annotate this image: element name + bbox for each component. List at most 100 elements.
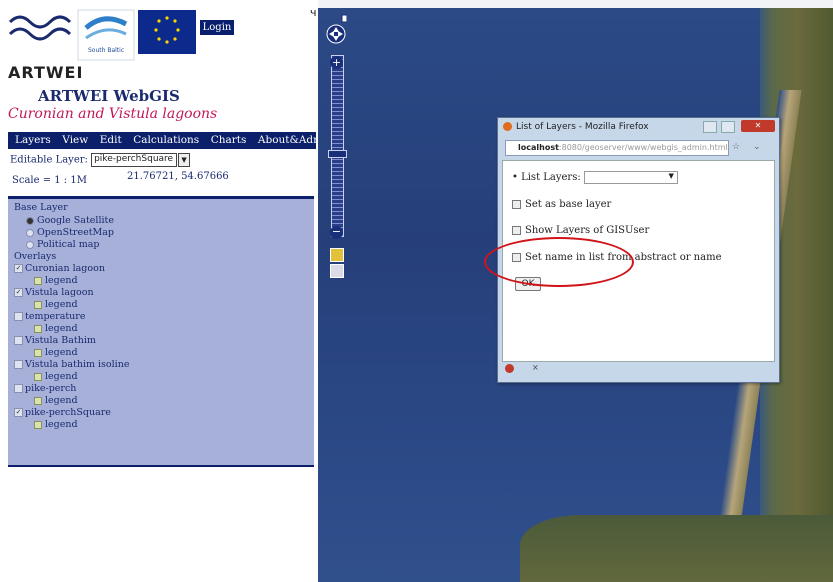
checkbox-icon[interactable]: ✓: [14, 408, 23, 417]
editable-layer-row: Editable Layer: pike-perchSquare ▼: [10, 153, 191, 167]
menu-calculations[interactable]: Calculations: [133, 134, 199, 146]
editable-layer-select[interactable]: pike-perchSquare ▼: [91, 153, 191, 167]
bookmark-star-icon[interactable]: ☆: [732, 142, 740, 152]
url-bar[interactable]: localhost:8080/geoserver/www/webgis_admi…: [505, 140, 729, 156]
set-base-row[interactable]: Set as base layer: [512, 199, 611, 210]
pan-control[interactable]: [325, 14, 347, 52]
editable-layer-value: pike-perchSquare: [94, 154, 174, 164]
bullet-icon: •: [512, 172, 518, 183]
base-layer-osm[interactable]: OpenStreetMap: [26, 227, 114, 238]
overlay-label: pike-perchSquare: [25, 407, 111, 418]
maximize-icon[interactable]: [721, 121, 735, 133]
list-layers-row: • List Layers: ▼: [512, 171, 678, 184]
list-layers-label: List Layers:: [521, 172, 581, 183]
app-title: ARTWEI WebGIS: [38, 87, 180, 105]
legend-label: legend: [45, 275, 78, 286]
radio-icon[interactable]: [26, 216, 34, 225]
panel-divider-handle[interactable]: ч: [310, 6, 317, 19]
hand-tool-icon[interactable]: [330, 248, 344, 262]
zoom-out-button[interactable]: −: [330, 226, 343, 239]
chevron-down-icon[interactable]: ▼: [669, 172, 674, 180]
overlay-pike-perch[interactable]: pike-perch: [14, 383, 76, 394]
zoom-slider-handle[interactable]: [328, 150, 347, 158]
overlay-vistula[interactable]: ✓ Vistula lagoon: [14, 287, 94, 298]
overlay-curonian[interactable]: ✓ Curonian lagoon: [14, 263, 105, 274]
zoom-bar[interactable]: [331, 55, 344, 237]
checkbox-icon[interactable]: [14, 384, 23, 393]
login-button[interactable]: Login: [200, 20, 234, 35]
menu-view[interactable]: View: [62, 134, 88, 146]
menu-icon[interactable]: ⌄: [753, 142, 761, 152]
checkbox-icon[interactable]: [14, 336, 23, 345]
show-gisuser-checkbox[interactable]: [512, 226, 521, 235]
close-icon[interactable]: ✕: [741, 120, 775, 132]
menu-charts[interactable]: Charts: [211, 134, 247, 146]
overlay-label: temperature: [25, 311, 86, 322]
legend-link[interactable]: legend: [34, 371, 78, 382]
highlight-annotation: [484, 237, 634, 287]
list-layers-select[interactable]: ▼: [583, 171, 678, 184]
menu-layers[interactable]: Layers: [15, 134, 51, 146]
coordinate-readout: 21.76721, 54.67666: [127, 171, 229, 182]
base-layer-label: Google Satellite: [37, 215, 114, 226]
editable-layer-label: Editable Layer:: [10, 154, 88, 166]
legend-link[interactable]: legend: [34, 347, 78, 358]
legend-icon: [34, 396, 42, 405]
brand-name: ARTWEI: [8, 63, 84, 82]
overlay-label: Vistula lagoon: [25, 287, 94, 298]
svg-text:South Baltic: South Baltic: [88, 47, 124, 54]
minimize-icon[interactable]: [703, 121, 717, 133]
window-status-bar: ×: [502, 362, 773, 376]
overlays-header: Overlays: [14, 251, 57, 262]
legend-label: legend: [45, 395, 78, 406]
legend-icon: [34, 420, 42, 429]
eu-flag-logo: [138, 10, 196, 54]
south-baltic-logo: South Baltic: [77, 9, 135, 61]
base-layer-google[interactable]: Google Satellite: [26, 215, 114, 226]
legend-link[interactable]: legend: [34, 419, 78, 430]
overlay-vistula-isoline[interactable]: Vistula bathim isoline: [14, 359, 129, 370]
legend-link[interactable]: legend: [34, 299, 78, 310]
legend-icon: [34, 348, 42, 357]
checkbox-icon[interactable]: ✓: [14, 264, 23, 273]
checkbox-icon[interactable]: [14, 312, 23, 321]
set-base-checkbox[interactable]: [512, 200, 521, 209]
addon-icon[interactable]: [505, 364, 514, 373]
legend-label: legend: [45, 323, 78, 334]
legend-label: legend: [45, 371, 78, 382]
zoom-in-button[interactable]: +: [330, 56, 343, 69]
legend-link[interactable]: legend: [34, 323, 78, 334]
artwei-wave-logo: [8, 15, 72, 41]
legend-link[interactable]: legend: [34, 395, 78, 406]
overlay-vistula-bathim[interactable]: Vistula Bathim: [14, 335, 96, 346]
menu-edit[interactable]: Edit: [100, 134, 122, 146]
radio-icon[interactable]: [26, 228, 34, 237]
radio-icon[interactable]: [26, 240, 34, 249]
partner-logos: South Baltic: [8, 9, 196, 61]
chevron-down-icon[interactable]: ▼: [178, 153, 191, 167]
overlay-label: pike-perch: [25, 383, 77, 394]
main-menu-bar: Layers View Edit Calculations Charts Abo…: [8, 132, 333, 149]
show-gisuser-row[interactable]: Show Layers of GISUser: [512, 225, 649, 236]
url-path: :8080/geoserver/www/webgis_admin.html#: [558, 143, 729, 152]
checkbox-icon[interactable]: [14, 360, 23, 369]
zoom-box-tool-icon[interactable]: [330, 264, 344, 278]
overlay-pike-perch-square[interactable]: ✓ pike-perchSquare: [14, 407, 111, 418]
status-close-icon[interactable]: ×: [532, 363, 539, 372]
base-layer-label: Political map: [37, 239, 100, 250]
layer-switcher-panel: Base Layer Google Satellite OpenStreetMa…: [8, 196, 314, 467]
legend-link[interactable]: legend: [34, 275, 78, 286]
firefox-icon: [503, 122, 512, 131]
checkbox-icon[interactable]: ✓: [14, 288, 23, 297]
window-title: List of Layers - Mozilla Firefox: [516, 122, 649, 132]
show-gisuser-label: Show Layers of GISUser: [525, 225, 650, 236]
legend-icon: [34, 300, 42, 309]
overlay-temperature[interactable]: temperature: [14, 311, 85, 322]
legend-label: legend: [45, 347, 78, 358]
base-layer-political[interactable]: Political map: [26, 239, 99, 250]
overlay-label: Vistula Bathim: [25, 335, 96, 346]
legend-label: legend: [45, 299, 78, 310]
set-base-label: Set as base layer: [525, 199, 612, 210]
map-coastline: [520, 515, 833, 582]
scale-readout: Scale = 1 : 1M: [12, 175, 87, 186]
